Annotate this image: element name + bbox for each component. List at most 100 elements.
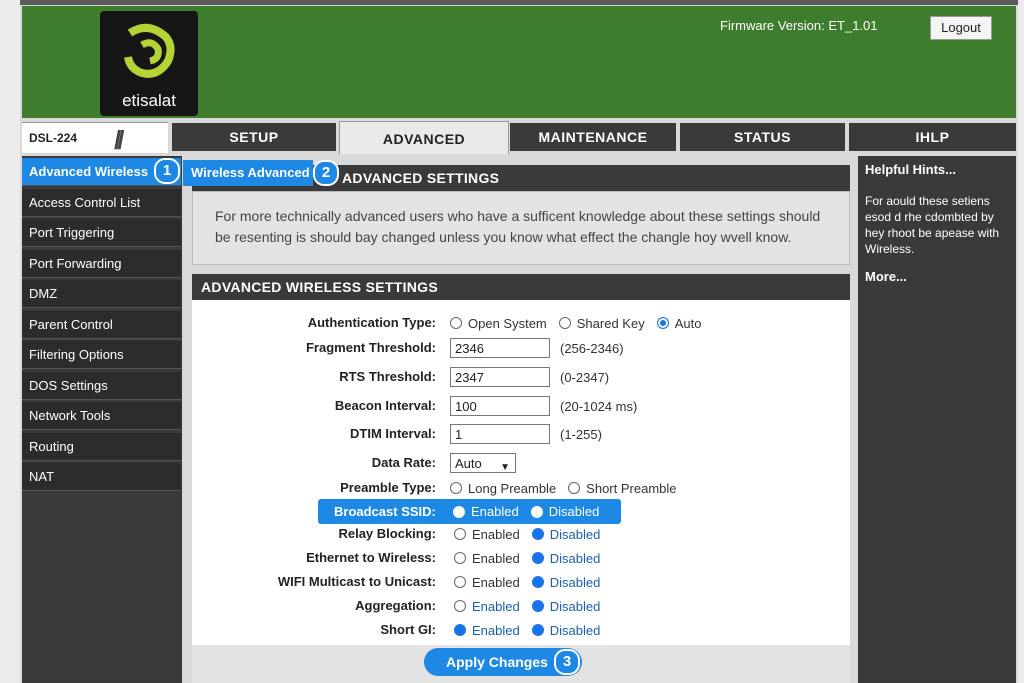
step-badge-1: 1: [154, 158, 180, 184]
rts-label: RTS Threshold:: [339, 369, 436, 384]
multicast-enabled-radio[interactable]: [454, 576, 466, 588]
aggregation-disabled-radio[interactable]: [531, 600, 544, 612]
fragment-hint: (256-2346): [560, 340, 624, 356]
sidebar-item-port-triggering[interactable]: Port Triggering: [22, 219, 181, 247]
broadcast-ssid-enabled-radio[interactable]: [453, 505, 465, 518]
auth-auto-radio[interactable]: [656, 317, 669, 329]
broadcast-ssid-row: Broadcast SSID: Enabled Disabled: [318, 499, 621, 524]
eth-wireless-enabled-radio[interactable]: [454, 552, 466, 564]
short-gi-label: Short GI:: [380, 622, 436, 637]
auth-shared-key-radio[interactable]: [558, 317, 571, 329]
data-rate-select[interactable]: Auto ▼: [450, 453, 516, 473]
ethernet-wireless-label: Ethernet to Wireless:: [306, 550, 436, 565]
sidebar-item-dmz[interactable]: DMZ: [22, 280, 181, 308]
tab-maintenance[interactable]: MAINTENANCE: [510, 123, 676, 151]
broadcast-ssid-disabled-radio[interactable]: [530, 505, 543, 518]
auth-type-row: Authentication Type: Open System Shared …: [192, 312, 850, 334]
sidebar-item-filtering-options[interactable]: Filtering Options: [22, 341, 181, 369]
broadcast-ssid-disabled-label: Disabled: [548, 504, 600, 519]
dtim-row: DTIM Interval: 1 (1-255): [192, 423, 850, 445]
tab-status[interactable]: STATUS: [680, 123, 845, 151]
sidebar-item-dos-settings[interactable]: DOS Settings: [22, 372, 181, 400]
sidebar-item-access-control-list[interactable]: Access Control List: [22, 189, 181, 217]
data-rate-row: Data Rate: Auto ▼: [192, 452, 850, 474]
aggregation-enabled-radio[interactable]: [454, 600, 466, 612]
auth-auto-label: Auto: [674, 315, 702, 331]
brand-name: etisalat: [122, 91, 176, 110]
relay-disabled-radio[interactable]: [531, 528, 544, 540]
sidebar-item-port-forwarding[interactable]: Port Forwarding: [22, 250, 181, 278]
hints-more-link[interactable]: More...: [865, 269, 907, 284]
aggregation-enabled-label: Enabled: [472, 598, 520, 614]
chevron-down-icon: ▼: [500, 462, 510, 473]
multicast-row: WIFI Multicast to Unicast: Enabled Disab…: [192, 571, 850, 593]
auth-type-label: Authentication Type:: [307, 315, 436, 330]
intro-text: For more technically advanced users who …: [215, 208, 821, 245]
auth-open-system-radio[interactable]: [450, 317, 462, 329]
relay-blocking-label: Relay Blocking:: [338, 526, 436, 541]
eth-wireless-enabled-label: Enabled: [472, 550, 520, 566]
sidebar-item-parent-control[interactable]: Parent Control: [22, 311, 181, 339]
eth-wireless-disabled-radio[interactable]: [531, 552, 544, 564]
helpful-hints-panel: Helpful Hints... For aould these setiens…: [858, 156, 1016, 683]
dtim-label: DTIM Interval:: [350, 426, 436, 441]
etisalat-logo: etisalat: [100, 11, 198, 116]
broadcast-ssid-label: Broadcast SSID:: [334, 504, 436, 519]
model-label: DSL-224 //: [22, 122, 168, 155]
beacon-label: Beacon Interval:: [334, 398, 436, 413]
data-rate-label: Data Rate:: [371, 455, 436, 470]
eth-wireless-disabled-label: Disabled: [549, 550, 601, 566]
sidebar-item-network-tools[interactable]: Network Tools: [22, 402, 181, 430]
advanced-wireless-settings-header: ADVANCED WIRELESS SETTINGS: [192, 274, 850, 300]
fragment-row: Fragment Threshold: 2346 (256-2346): [192, 337, 850, 359]
broadcast-ssid-enabled-label: Enabled: [471, 504, 519, 519]
logout-button[interactable]: Logout: [930, 16, 992, 40]
firmware-version: Firmware Version: ET_1.01: [720, 18, 878, 33]
tab-help[interactable]: IHLP: [849, 123, 1016, 151]
dtim-hint: (1-255): [560, 426, 602, 442]
step-badge-3: 3: [554, 649, 580, 675]
long-preamble-label: Long Preamble: [468, 480, 557, 496]
multicast-disabled-radio[interactable]: [531, 576, 544, 588]
rts-threshold-input[interactable]: 2347: [450, 367, 550, 387]
relay-enabled-radio[interactable]: [454, 528, 466, 540]
aggregation-disabled-label: Disabled: [549, 598, 601, 614]
preamble-row: Preamble Type: Long Preamble Short Pream…: [192, 477, 850, 499]
auth-type-options: Open System Shared Key Auto: [450, 312, 713, 334]
breadcrumb-wireless-advanced[interactable]: Wireless Advanced: [183, 160, 313, 186]
short-gi-enabled-radio[interactable]: [454, 624, 466, 636]
sidebar-item-nat[interactable]: NAT: [22, 463, 181, 491]
hints-title: Helpful Hints...: [865, 162, 956, 177]
tab-setup[interactable]: SETUP: [172, 123, 336, 151]
beacon-interval-input[interactable]: 100: [450, 396, 550, 416]
relay-blocking-row: Relay Blocking: Enabled Disabled: [192, 523, 850, 545]
multicast-label: WIFI Multicast to Unicast:: [277, 574, 436, 589]
rts-hint: (0-2347): [560, 369, 610, 385]
slash-decor-icon: //: [114, 125, 125, 155]
header-banner: etisalat Firmware Version: ET_1.01 Logou…: [22, 6, 1016, 118]
multicast-disabled-label: Disabled: [549, 574, 601, 590]
step-badge-2: 2: [313, 160, 339, 186]
fragment-threshold-input[interactable]: 2346: [450, 338, 550, 358]
short-gi-enabled-label: Enabled: [472, 622, 520, 638]
relay-disabled-label: Disabled: [549, 526, 601, 542]
short-gi-disabled-label: Disabled: [549, 622, 601, 638]
beacon-row: Beacon Interval: 100 (20-1024 ms): [192, 395, 850, 417]
beacon-hint: (20-1024 ms): [560, 398, 638, 414]
multicast-enabled-label: Enabled: [472, 574, 520, 590]
model-name: DSL-224: [29, 131, 78, 145]
short-gi-row: Short GI: Enabled Disabled: [192, 619, 850, 641]
short-preamble-radio[interactable]: [568, 482, 581, 494]
top-border: [20, 0, 1018, 5]
long-preamble-radio[interactable]: [450, 482, 462, 494]
aggregation-label: Aggregation:: [355, 598, 436, 613]
etisalat-mark-icon: [124, 23, 175, 78]
hints-body: For aould these setiens esod d rhe cdomb…: [865, 194, 1000, 256]
sidebar-item-routing[interactable]: Routing: [22, 433, 181, 461]
data-rate-value: Auto: [455, 456, 482, 471]
short-gi-disabled-radio[interactable]: [531, 624, 544, 636]
intro-box: For more technically advanced users who …: [192, 191, 850, 265]
tab-advanced[interactable]: ADVANCED: [339, 121, 509, 154]
dtim-interval-input[interactable]: 1: [450, 424, 550, 444]
fragment-label: Fragment Threshold:: [305, 340, 436, 355]
